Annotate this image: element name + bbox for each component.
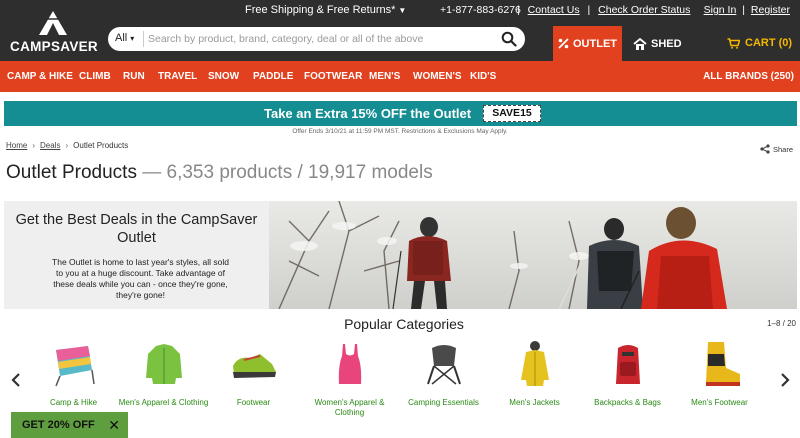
home-icon (633, 37, 647, 50)
top-header: CAMPSAVER Free Shipping & Free Returns* ▼… (0, 0, 800, 61)
divider (143, 31, 144, 47)
chevron-right-icon[interactable] (779, 372, 791, 388)
coupon-code: SAVE15 (483, 105, 541, 122)
cart-button[interactable]: CART (0) (727, 37, 792, 49)
nav-item-paddle[interactable]: PADDLE (253, 71, 293, 82)
cart-label: CART (0) (745, 37, 793, 49)
category-camp-hike[interactable]: Camp & Hike (26, 340, 121, 420)
shed-tab-label: SHED (651, 37, 682, 50)
offer-fine-print: Offer Ends 3/10/21 at 11:59 PM MST. Rest… (292, 128, 508, 135)
chevron-down-icon: ▾ (130, 34, 135, 43)
category-label: Backpacks & Bags (594, 398, 661, 407)
phone-number: +1-877-883-6276 (440, 4, 521, 16)
page-title-text: Outlet Products (6, 162, 137, 183)
breadcrumb-home[interactable]: Home (6, 141, 27, 150)
category-mens-apparel[interactable]: Men's Apparel & Clothing (116, 340, 211, 420)
campsaver-logo[interactable]: CAMPSAVER (10, 6, 98, 56)
divider: | (587, 4, 591, 16)
category-label: Camp & Hike (49, 398, 98, 407)
category-nav: CAMP & HIKE CLIMB RUN TRAVEL SNOW PADDLE… (0, 61, 800, 92)
hero-image-skiers (269, 201, 797, 309)
shipping-promo[interactable]: Free Shipping & Free Returns* ▼ (245, 4, 406, 16)
divider: | (517, 4, 520, 16)
search-input[interactable] (148, 30, 488, 48)
cart-icon (727, 37, 740, 49)
close-icon[interactable]: ✕ (108, 417, 120, 434)
camp-chair-icon (55, 346, 95, 387)
nav-item-travel[interactable]: TRAVEL (158, 71, 197, 82)
discount-popup[interactable]: GET 20% OFF ✕ (11, 412, 128, 438)
product-counts: — 6,353 products / 19,917 models (142, 162, 433, 183)
chevron-left-icon[interactable] (10, 372, 22, 388)
check-order-status-link[interactable]: Check Order Status (598, 4, 690, 16)
outlet-tab-label: OUTLET (573, 37, 617, 50)
nav-item-run[interactable]: RUN (123, 71, 145, 82)
nav-item-camp-hike[interactable]: CAMP & HIKE (7, 71, 73, 82)
discount-popup-text: GET 20% OFF (22, 419, 95, 431)
shipping-promo-text: Free Shipping & Free Returns* (245, 4, 396, 16)
chevron-down-icon: ▼ (398, 6, 407, 15)
camp-stool-icon (427, 345, 461, 385)
nav-item-womens[interactable]: WOMEN'S (413, 71, 462, 82)
sign-in-link[interactable]: Sign In (704, 4, 737, 16)
category-backpacks-bags[interactable]: Backpacks & Bags (580, 340, 675, 420)
logo-text: CAMPSAVER (10, 39, 98, 54)
account-links: Sign In | Register (704, 4, 790, 16)
yellow-jacket-icon (521, 341, 549, 386)
contact-us-link[interactable]: Contact Us (528, 4, 580, 16)
category-label: Men's Jackets (509, 398, 560, 407)
category-camping-essentials[interactable]: Camping Essentials (396, 340, 491, 420)
search-category-value: All (115, 32, 128, 44)
green-jacket-icon (146, 344, 182, 384)
mountaineering-boot-icon (706, 342, 740, 386)
category-label: Footwear (236, 398, 271, 407)
category-label: Men's Apparel & Clothing (118, 398, 209, 407)
category-mens-footwear[interactable]: Men's Footwear (672, 340, 767, 420)
pink-tank-top-icon (338, 344, 362, 384)
nav-item-kids[interactable]: KID'S (470, 71, 496, 82)
carousel-pager: 1–8 / 20 (767, 319, 796, 328)
category-mens-jackets[interactable]: Men's Jackets (487, 340, 582, 420)
category-label: Camping Essentials (408, 398, 479, 407)
nav-item-all-brands[interactable]: ALL BRANDS (250) (703, 71, 794, 82)
promo-banner-text: Take an Extra 15% OFF the Outlet (264, 106, 472, 121)
category-footwear[interactable]: Footwear (206, 340, 301, 420)
page-title: Outlet Products — 6,353 products / 19,91… (6, 162, 433, 184)
search-bar: All ▾ (108, 27, 525, 51)
popular-categories-heading: Popular Categories (344, 316, 464, 332)
nav-item-mens[interactable]: MEN'S (369, 71, 400, 82)
share-label: Share (772, 144, 793, 154)
breadcrumb-deals[interactable]: Deals (40, 141, 60, 150)
search-icon[interactable] (501, 31, 517, 47)
trail-shoe-icon (233, 354, 276, 378)
category-womens-apparel[interactable]: Women's Apparel & Clothing (302, 340, 397, 420)
search-category-select[interactable]: All ▾ (115, 32, 134, 44)
divider: | (742, 4, 745, 16)
outlet-promo-banner[interactable]: Take an Extra 15% OFF the Outlet SAVE15 (4, 101, 797, 126)
utility-links: | Contact Us | Check Order Status (517, 4, 690, 16)
category-label: Men's Footwear (691, 398, 748, 407)
hero-text-panel: Get the Best Deals in the CampSaver Outl… (4, 201, 269, 309)
nav-item-footwear[interactable]: FOOTWEAR (304, 71, 362, 82)
chevron-right-icon: › (65, 141, 69, 150)
nav-item-climb[interactable]: CLIMB (79, 71, 111, 82)
share-button[interactable]: Share (760, 144, 793, 154)
register-link[interactable]: Register (751, 4, 790, 16)
category-label: Women's Apparel & Clothing (314, 398, 385, 417)
logo-tent-icon (39, 11, 67, 35)
share-icon (760, 144, 770, 154)
nav-item-snow[interactable]: SNOW (208, 71, 239, 82)
hero-body: The Outlet is home to last year's styles… (52, 257, 229, 300)
breadcrumb-current: Outlet Products (73, 141, 129, 150)
percent-tag-icon (558, 38, 569, 49)
breadcrumb: Home › Deals › Outlet Products (6, 141, 128, 150)
shed-tab[interactable]: SHED (627, 26, 687, 61)
red-backpack-icon (616, 345, 640, 384)
outlet-tab[interactable]: OUTLET (553, 26, 622, 61)
hero-heading: Get the Best Deals in the CampSaver Outl… (15, 212, 258, 246)
chevron-right-icon: › (32, 141, 36, 150)
